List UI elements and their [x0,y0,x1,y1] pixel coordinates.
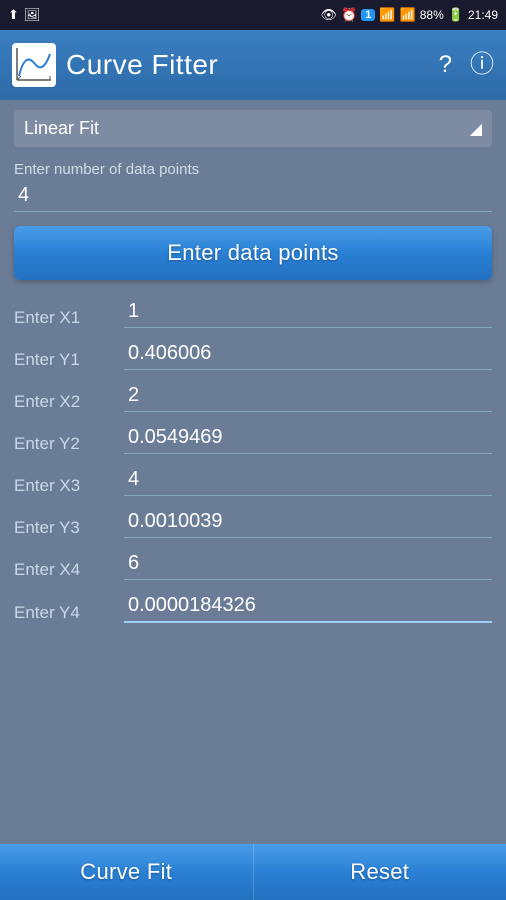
field-input-3[interactable] [124,424,492,454]
field-input-1[interactable] [124,340,492,370]
field-input-6[interactable] [124,550,492,580]
field-label-0: Enter X1 [14,308,124,328]
alarm-icon: ⏰ [341,7,357,23]
main-content: Linear Fit ◢ Enter number of data points… [0,100,506,844]
field-label-6: Enter X4 [14,560,124,580]
fit-type-label: Linear Fit [24,118,99,139]
field-label-1: Enter Y1 [14,350,124,370]
app-bar-actions: ? ⓘ [439,53,494,77]
time-display: 21:49 [468,8,498,22]
dropdown-arrow-icon: ◢ [470,119,482,139]
signal-bars-icon: 📶 [379,7,395,23]
status-bar: ⬆ 🖼 👁 ⏰ 1 📶 📶 88% 🔋 21:49 [0,0,506,30]
field-input-2[interactable] [124,382,492,412]
field-label-5: Enter Y3 [14,518,124,538]
enter-data-points-button[interactable]: Enter data points [14,226,492,280]
app-icon [12,43,56,87]
status-left: ⬆ 🖼 [8,7,40,23]
eye-icon: 👁 [321,7,338,23]
usb-icon: ⬆ [8,7,19,23]
field-input-7[interactable] [124,592,492,623]
app-bar-left: Curve Fitter [12,43,218,87]
curve-fit-button[interactable]: Curve Fit [0,844,254,900]
battery-icon: 🔋 [448,7,464,23]
field-input-5[interactable] [124,508,492,538]
field-row: Enter Y2 [14,424,492,456]
bottom-bar: Curve Fit Reset [0,844,506,900]
app-title: Curve Fitter [66,49,218,81]
data-fields-section: Enter X1 Enter Y1 Enter X2 Enter Y2 Enter X3… [14,298,492,625]
signal-strength-icon: 📶 [400,7,416,23]
battery-percentage: 88% [420,8,444,22]
field-label-4: Enter X3 [14,476,124,496]
field-label-7: Enter Y4 [14,603,124,623]
field-row: Enter Y4 [14,592,492,625]
field-row: Enter Y3 [14,508,492,540]
field-row: Enter X1 [14,298,492,330]
image-icon: 🖼 [24,7,41,23]
notification-badge: 1 [361,9,375,21]
field-row: Enter X4 [14,550,492,582]
fit-type-selector[interactable]: Linear Fit ◢ [14,110,492,147]
field-input-4[interactable] [124,466,492,496]
field-row: Enter X2 [14,382,492,414]
info-button[interactable]: ⓘ [470,53,494,77]
num-points-section: Enter number of data points [14,161,492,212]
field-label-3: Enter Y2 [14,434,124,454]
status-right: 👁 ⏰ 1 📶 📶 88% 🔋 21:49 [321,7,498,23]
field-label-2: Enter X2 [14,392,124,412]
field-row: Enter X3 [14,466,492,498]
num-points-input-row [14,182,492,212]
help-button[interactable]: ? [439,53,452,77]
num-points-label: Enter number of data points [14,161,492,178]
reset-button[interactable]: Reset [254,844,506,900]
num-points-input[interactable] [14,182,492,212]
field-input-0[interactable] [124,298,492,328]
app-bar: Curve Fitter ? ⓘ [0,30,506,100]
field-row: Enter Y1 [14,340,492,372]
